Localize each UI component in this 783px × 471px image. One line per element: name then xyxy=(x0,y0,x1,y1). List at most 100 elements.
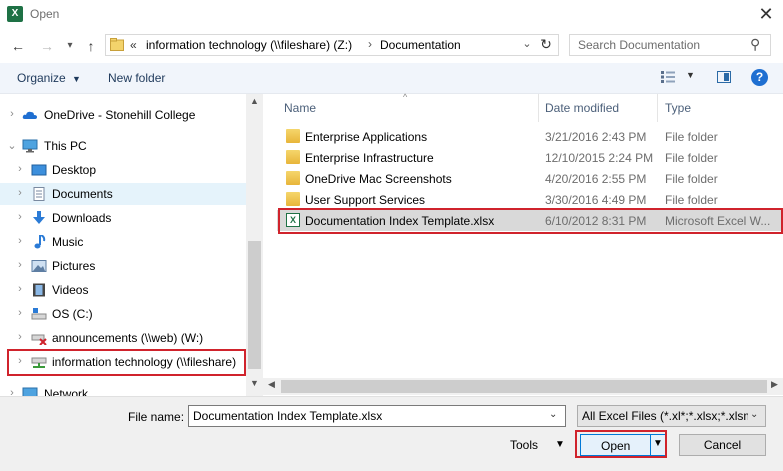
chevron-right-icon[interactable]: › xyxy=(15,283,25,295)
highlight-box-network-drive xyxy=(7,349,246,376)
file-type: File folder xyxy=(665,172,718,186)
desktop-icon xyxy=(31,164,47,176)
sidebar-item-videos[interactable]: › Videos xyxy=(0,279,246,301)
table-row[interactable]: User Support Services 3/30/2016 4:49 PM … xyxy=(277,189,781,210)
sidebar-item-downloads[interactable]: › Downloads xyxy=(0,207,246,229)
table-row[interactable]: Enterprise Infrastructure 12/10/2015 2:2… xyxy=(277,147,781,168)
folder-icon xyxy=(286,192,300,206)
highlight-box-selected-file xyxy=(278,208,783,234)
sidebar-item-network[interactable]: › Network xyxy=(0,383,246,396)
sidebar-item-label: Network xyxy=(44,387,89,396)
chevron-down-icon[interactable]: ⌄ xyxy=(549,409,557,420)
documents-icon xyxy=(33,187,45,201)
chevron-left-icon[interactable]: ◀ xyxy=(263,379,280,390)
folder-icon xyxy=(286,171,300,185)
sidebar-item-label: OneDrive - Stonehill College xyxy=(44,108,196,122)
sidebar-item-desktop[interactable]: › Desktop xyxy=(0,159,246,181)
chevron-right-icon[interactable]: › xyxy=(15,307,25,319)
sidebar-item-onedrive[interactable]: › OneDrive - Stonehill College xyxy=(0,104,246,126)
address-bar[interactable]: « information technology (\\fileshare) (… xyxy=(105,34,559,56)
file-list: ^ Name Date modified Type Enterprise App… xyxy=(263,92,783,396)
chevron-right-icon[interactable]: › xyxy=(15,187,25,199)
file-name: Enterprise Applications xyxy=(305,130,428,144)
sidebar-item-announcements[interactable]: › announcements (\\web) (W:) xyxy=(0,327,246,349)
sidebar-item-label: Music xyxy=(52,235,84,249)
address-overflow-chevron[interactable]: « xyxy=(130,38,137,52)
file-name-label: File name: xyxy=(128,410,185,424)
command-bar: Organize ▼ New folder ▼ ? xyxy=(0,63,783,94)
up-arrow-icon[interactable]: ↑ xyxy=(82,36,100,56)
sidebar-item-label: Videos xyxy=(52,283,89,297)
file-name-value: Documentation Index Template.xlsx xyxy=(193,409,383,423)
file-type-filter-select[interactable]: All Excel Files (*.xl*;*.xlsx;*.xlsm; ⌄ xyxy=(577,405,766,427)
chevron-down-icon[interactable]: ▼ xyxy=(246,378,263,388)
chevron-down-icon[interactable]: ⌄ xyxy=(520,37,534,50)
view-options-icon[interactable] xyxy=(660,70,676,84)
cancel-button[interactable]: Cancel xyxy=(679,434,766,456)
address-segment-drive[interactable]: information technology (\\fileshare) (Z:… xyxy=(146,38,352,52)
file-name: OneDrive Mac Screenshots xyxy=(305,172,452,186)
sidebar-item-pictures[interactable]: › Pictures xyxy=(0,255,246,277)
tools-button[interactable]: Tools xyxy=(510,438,538,452)
file-type: File folder xyxy=(665,193,718,207)
music-icon xyxy=(34,235,46,249)
cloud-icon xyxy=(22,111,37,119)
table-row[interactable]: Enterprise Applications 3/21/2016 2:43 P… xyxy=(277,126,781,147)
table-row[interactable]: OneDrive Mac Screenshots 4/20/2016 2:55 … xyxy=(277,168,781,189)
chevron-up-icon[interactable]: ▲ xyxy=(246,96,263,106)
chevron-down-icon[interactable]: ⌄ xyxy=(7,139,17,152)
folder-icon xyxy=(110,38,124,51)
downloads-icon xyxy=(33,211,45,224)
disconnected-drive-icon xyxy=(31,334,47,345)
horizontal-scrollbar[interactable]: ◀ ▶ xyxy=(263,378,783,395)
sidebar-item-label: Downloads xyxy=(52,211,112,225)
network-icon xyxy=(22,387,38,396)
chevron-right-icon[interactable]: › xyxy=(15,211,25,223)
sidebar-item-documents[interactable]: › Documents xyxy=(0,183,246,205)
drive-icon xyxy=(31,308,47,320)
chevron-right-icon[interactable]: › xyxy=(15,235,25,247)
column-divider[interactable] xyxy=(657,94,658,122)
pictures-icon xyxy=(31,260,47,272)
column-header-name[interactable]: Name xyxy=(284,101,316,115)
address-segment-folder[interactable]: Documentation xyxy=(380,38,461,52)
highlight-box-open-button xyxy=(575,430,667,458)
column-header-date-modified[interactable]: Date modified xyxy=(545,101,619,115)
chevron-right-icon[interactable]: › xyxy=(15,259,25,271)
preview-pane-icon[interactable] xyxy=(717,71,731,83)
chevron-down-icon[interactable]: ⌄ xyxy=(750,409,758,420)
search-icon[interactable]: ⚲ xyxy=(750,36,760,53)
close-button[interactable]: ✕ xyxy=(752,2,780,26)
sidebar-item-label: Pictures xyxy=(52,259,96,273)
new-folder-button[interactable]: New folder xyxy=(108,71,165,85)
column-header-row: ^ Name Date modified Type xyxy=(263,92,783,122)
column-divider[interactable] xyxy=(538,94,539,122)
chevron-right-icon[interactable]: ▶ xyxy=(766,379,783,390)
recent-locations-chevron-icon[interactable]: ▾ xyxy=(64,36,76,56)
chevron-right-icon[interactable]: › xyxy=(7,108,17,120)
sidebar-item-label: This PC xyxy=(44,139,87,153)
chevron-right-icon[interactable]: › xyxy=(368,37,372,51)
file-name-input[interactable]: Documentation Index Template.xlsx ⌄ xyxy=(188,405,566,427)
horizontal-scrollbar-thumb[interactable] xyxy=(281,380,767,393)
computer-icon xyxy=(22,139,38,153)
sidebar-item-label: announcements (\\web) (W:) xyxy=(52,331,204,345)
chevron-right-icon[interactable]: › xyxy=(15,163,25,175)
chevron-right-icon[interactable]: › xyxy=(7,387,17,396)
refresh-icon[interactable]: ↻ xyxy=(538,36,554,53)
sort-ascending-icon: ^ xyxy=(403,92,408,102)
back-arrow-icon[interactable]: ← xyxy=(9,36,27,56)
search-input[interactable]: Search Documentation ⚲ xyxy=(569,34,771,56)
sidebar-item-music[interactable]: › Music xyxy=(0,231,246,253)
sidebar-item-label: OS (C:) xyxy=(52,307,93,321)
help-icon[interactable]: ? xyxy=(751,69,768,86)
sidebar-item-this-pc[interactable]: ⌄ This PC xyxy=(0,135,246,157)
organize-button[interactable]: Organize ▼ xyxy=(17,71,81,85)
chevron-down-icon[interactable]: ▼ xyxy=(686,70,695,80)
chevron-down-icon[interactable]: ▼ xyxy=(555,439,565,450)
forward-arrow-icon[interactable]: → xyxy=(38,36,56,56)
sidebar-item-os-drive[interactable]: › OS (C:) xyxy=(0,303,246,325)
navigation-scrollbar-thumb[interactable] xyxy=(248,241,261,369)
column-header-type[interactable]: Type xyxy=(665,101,691,115)
chevron-right-icon[interactable]: › xyxy=(15,331,25,343)
